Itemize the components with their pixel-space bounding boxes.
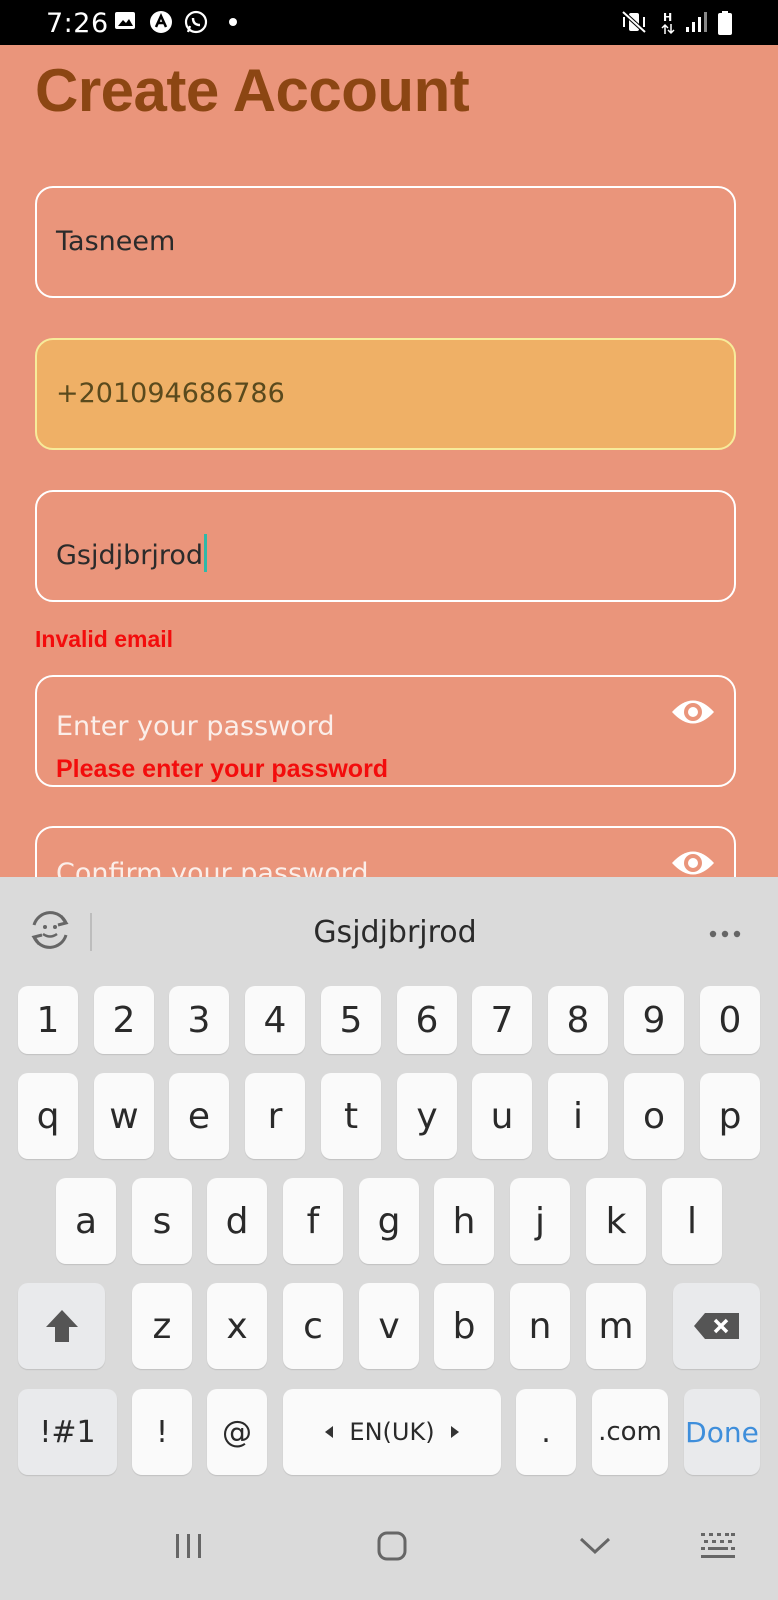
name-field[interactable]: Tasneem <box>35 186 736 298</box>
done-key[interactable]: Done <box>684 1389 760 1475</box>
toolbar-divider <box>90 913 92 951</box>
email-value: Gsjdjbrjrod <box>56 540 204 571</box>
key-g[interactable]: g <box>359 1178 419 1264</box>
key-w[interactable]: w <box>94 1073 154 1159</box>
key-r[interactable]: r <box>245 1073 305 1159</box>
status-bar: 7:26 H <box>0 0 778 45</box>
language-right-arrow-icon <box>450 1426 459 1438</box>
key-h[interactable]: h <box>434 1178 494 1264</box>
key-6[interactable]: 6 <box>397 986 457 1054</box>
key-b[interactable]: b <box>434 1283 494 1369</box>
key-j[interactable]: j <box>510 1178 570 1264</box>
key-v[interactable]: v <box>359 1283 419 1369</box>
key-l[interactable]: l <box>662 1178 722 1264</box>
email-field[interactable]: Gsjdjbrjrod <box>35 490 736 602</box>
back-chevron-down-icon[interactable] <box>578 1536 612 1556</box>
key-9[interactable]: 9 <box>624 986 684 1054</box>
key-o[interactable]: o <box>624 1073 684 1159</box>
key-7[interactable]: 7 <box>472 986 532 1054</box>
network-h-icon: H <box>661 11 675 35</box>
key-s[interactable]: s <box>132 1178 192 1264</box>
email-error: Invalid email <box>35 626 174 652</box>
key-u[interactable]: u <box>472 1073 532 1159</box>
svg-text:H: H <box>663 11 672 24</box>
keyboard-suggestion[interactable]: Gsjdjbrjrod <box>200 915 590 950</box>
key-x[interactable]: x <box>207 1283 267 1369</box>
assistant-icon <box>150 11 172 33</box>
gallery-icon <box>115 12 135 29</box>
keyboard-emoji-refresh-icon[interactable] <box>28 909 72 951</box>
shift-icon <box>45 1310 78 1342</box>
phone-field[interactable]: +201094686786 <box>35 338 736 450</box>
key-f[interactable]: f <box>283 1178 343 1264</box>
more-options-icon[interactable] <box>708 929 742 939</box>
key-z[interactable]: z <box>132 1283 192 1369</box>
keyboard-toolbar: Gsjdjbrjrod <box>0 877 778 977</box>
dotcom-key[interactable]: .com <box>592 1389 668 1475</box>
language-left-arrow-icon <box>325 1426 334 1438</box>
password-field[interactable]: Enter your password Please enter your pa… <box>35 675 736 787</box>
backspace-icon <box>693 1313 739 1339</box>
key-8[interactable]: 8 <box>548 986 608 1054</box>
keyboard-hide-icon[interactable] <box>700 1532 736 1560</box>
backspace-key[interactable] <box>673 1283 760 1369</box>
text-cursor <box>204 534 208 572</box>
signal-icon <box>686 12 707 32</box>
at-key[interactable]: @ <box>207 1389 267 1475</box>
password-error: Please enter your password <box>56 755 389 783</box>
symbols-key[interactable]: !#1 <box>18 1389 117 1475</box>
status-time: 7:26 <box>46 8 109 39</box>
vibrate-mute-icon <box>621 10 647 34</box>
home-icon[interactable] <box>376 1530 408 1562</box>
recent-apps-icon[interactable] <box>174 1532 204 1560</box>
key-k[interactable]: k <box>586 1178 646 1264</box>
key-m[interactable]: m <box>586 1283 646 1369</box>
language-label: EN(UK) <box>349 1418 435 1446</box>
key-n[interactable]: n <box>510 1283 570 1369</box>
key-t[interactable]: t <box>321 1073 381 1159</box>
space-key[interactable]: EN(UK) <box>283 1389 501 1475</box>
battery-icon <box>718 11 732 35</box>
shift-key[interactable] <box>18 1283 105 1369</box>
show-confirm-password-eye-icon[interactable] <box>670 846 716 880</box>
key-a[interactable]: a <box>56 1178 116 1264</box>
key-i[interactable]: i <box>548 1073 608 1159</box>
key-3[interactable]: 3 <box>169 986 229 1054</box>
key-5[interactable]: 5 <box>321 986 381 1054</box>
page-title: Create Account <box>35 57 470 124</box>
key-q[interactable]: q <box>18 1073 78 1159</box>
name-value: Tasneem <box>56 226 176 257</box>
key-y[interactable]: y <box>397 1073 457 1159</box>
whatsapp-icon <box>184 10 208 34</box>
key-0[interactable]: 0 <box>700 986 760 1054</box>
email-value-wrap: Gsjdjbrjrod <box>56 534 208 572</box>
exclamation-key[interactable]: ! <box>132 1389 192 1475</box>
key-2[interactable]: 2 <box>94 986 154 1054</box>
key-d[interactable]: d <box>207 1178 267 1264</box>
phone-value: +201094686786 <box>56 378 285 409</box>
key-1[interactable]: 1 <box>18 986 78 1054</box>
key-p[interactable]: p <box>700 1073 760 1159</box>
period-key[interactable]: . <box>516 1389 576 1475</box>
key-4[interactable]: 4 <box>245 986 305 1054</box>
key-e[interactable]: e <box>169 1073 229 1159</box>
navigation-bar <box>0 1490 778 1600</box>
password-placeholder: Enter your password <box>56 711 335 742</box>
key-c[interactable]: c <box>283 1283 343 1369</box>
notification-dot <box>229 18 237 26</box>
show-password-eye-icon[interactable] <box>670 695 716 729</box>
